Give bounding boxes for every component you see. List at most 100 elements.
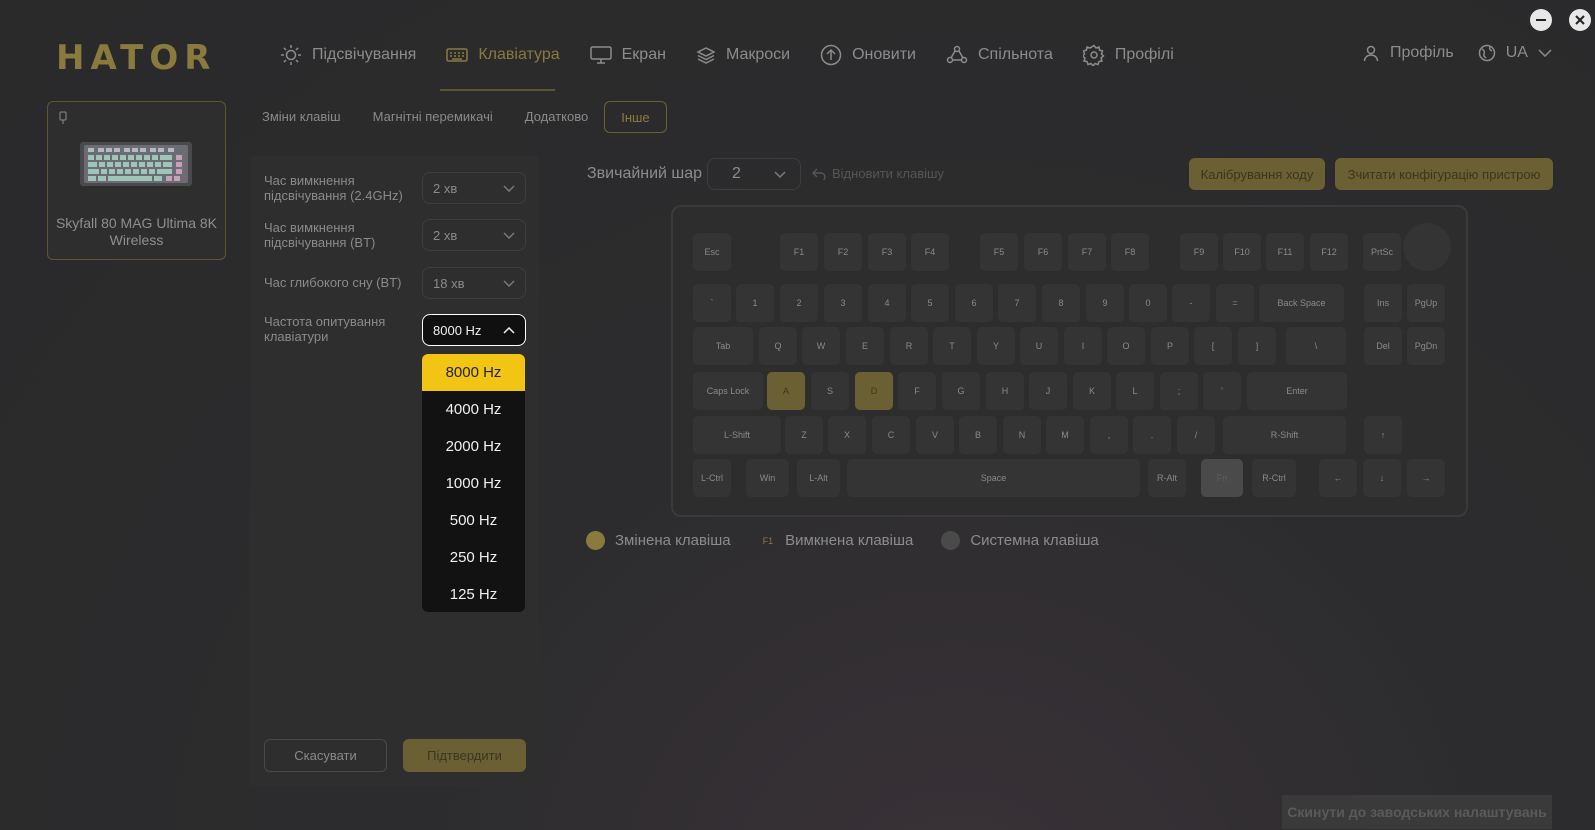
key-r2-7[interactable]: U [1020, 327, 1058, 365]
key-r5-3[interactable]: Space [847, 459, 1140, 497]
key-r4-0[interactable]: L-Shift [693, 416, 781, 454]
key-r5-8[interactable]: ↓ [1363, 459, 1401, 497]
key-r2-1[interactable]: Q [759, 327, 797, 365]
nav-community[interactable]: Спільнота [946, 45, 1053, 65]
key-r3-7[interactable]: J [1029, 372, 1067, 410]
key-r0-12[interactable]: F12 [1310, 233, 1348, 271]
key-r2-5[interactable]: T [933, 327, 971, 365]
key-r1-8[interactable]: 8 [1042, 284, 1080, 322]
key-r3-3[interactable]: D [855, 372, 893, 410]
key-r5-7[interactable]: ← [1319, 459, 1357, 497]
key-r2-6[interactable]: Y [977, 327, 1015, 365]
nav-lighting[interactable]: Підсвічування [280, 44, 416, 66]
nav-screen[interactable]: Екран [589, 46, 666, 64]
key-r4-9[interactable]: . [1133, 416, 1171, 454]
key-r1-2[interactable]: 2 [780, 284, 818, 322]
key-r4-7[interactable]: M [1046, 416, 1084, 454]
polling-option-8000[interactable]: 8000 Hz [422, 354, 525, 391]
key-r5-5[interactable]: Fn [1201, 459, 1243, 497]
minimize-button[interactable] [1530, 9, 1552, 31]
volume-knob[interactable] [1403, 223, 1451, 271]
key-r5-1[interactable]: Win [746, 459, 789, 497]
key-r2-8[interactable]: I [1064, 327, 1102, 365]
key-r0-10[interactable]: F10 [1223, 233, 1261, 271]
key-r4-2[interactable]: X [828, 416, 866, 454]
polling-rate-select[interactable]: 8000 Hz [422, 314, 526, 346]
polling-option-500[interactable]: 500 Hz [422, 502, 525, 539]
key-r3-2[interactable]: S [811, 372, 849, 410]
key-r0-0[interactable]: Esc [693, 233, 731, 271]
key-r3-10[interactable]: ; [1160, 372, 1198, 410]
cancel-button[interactable]: Скасувати [264, 739, 387, 772]
key-r0-9[interactable]: F9 [1180, 233, 1218, 271]
key-r3-4[interactable]: F [898, 372, 936, 410]
polling-option-250[interactable]: 250 Hz [422, 539, 525, 576]
key-r0-1[interactable]: F1 [780, 233, 818, 271]
nav-macros[interactable]: Макроси [696, 46, 790, 64]
polling-option-4000[interactable]: 4000 Hz [422, 391, 525, 428]
key-r2-13[interactable]: \ [1286, 327, 1346, 365]
key-r2-12[interactable]: ] [1238, 327, 1276, 365]
key-r4-3[interactable]: C [872, 416, 910, 454]
key-r0-4[interactable]: F4 [911, 233, 949, 271]
key-r1-14[interactable]: Ins [1364, 284, 1402, 322]
key-r5-6[interactable]: R-Ctrl [1252, 459, 1296, 497]
nav-profiles[interactable]: Профілі [1082, 44, 1174, 66]
key-r5-9[interactable]: → [1407, 459, 1445, 497]
key-r0-2[interactable]: F2 [824, 233, 862, 271]
tab-key-remap[interactable]: Зміни клавіш [262, 101, 357, 133]
key-r2-15[interactable]: PgDn [1407, 327, 1445, 365]
key-r5-0[interactable]: L-Ctrl [693, 459, 731, 497]
key-r2-14[interactable]: Del [1364, 327, 1402, 365]
key-r3-8[interactable]: K [1073, 372, 1111, 410]
key-r0-11[interactable]: F11 [1266, 233, 1304, 271]
polling-option-2000[interactable]: 2000 Hz [422, 428, 525, 465]
key-r2-10[interactable]: P [1151, 327, 1189, 365]
key-r4-5[interactable]: B [959, 416, 997, 454]
key-r5-2[interactable]: L-Alt [797, 459, 840, 497]
key-r1-5[interactable]: 5 [911, 284, 949, 322]
key-r1-11[interactable]: - [1172, 284, 1210, 322]
key-r2-9[interactable]: O [1107, 327, 1145, 365]
key-r5-4[interactable]: R-Alt [1148, 459, 1186, 497]
key-r4-6[interactable]: N [1003, 416, 1041, 454]
key-r1-4[interactable]: 4 [868, 284, 906, 322]
tab-other[interactable]: Інше [604, 101, 667, 133]
key-r0-7[interactable]: F7 [1068, 233, 1106, 271]
chevron-down-icon[interactable] [1538, 49, 1552, 57]
key-r4-8[interactable]: , [1090, 416, 1128, 454]
key-r0-6[interactable]: F6 [1024, 233, 1062, 271]
key-r1-0[interactable]: ` [693, 284, 731, 322]
nav-update[interactable]: Оновити [820, 44, 916, 66]
key-r2-3[interactable]: E [846, 327, 884, 365]
key-r1-1[interactable]: 1 [736, 284, 774, 322]
read-config-button[interactable]: Зчитати конфігурацію пристрою [1335, 158, 1553, 190]
key-r4-12[interactable]: ↑ [1364, 416, 1402, 454]
key-r2-4[interactable]: R [890, 327, 928, 365]
key-r1-9[interactable]: 9 [1086, 284, 1124, 322]
key-r0-3[interactable]: F3 [868, 233, 906, 271]
key-r3-9[interactable]: L [1116, 372, 1154, 410]
key-r3-5[interactable]: G [942, 372, 980, 410]
key-r3-1[interactable]: A [767, 372, 805, 410]
key-r4-4[interactable]: V [916, 416, 954, 454]
key-r0-5[interactable]: F5 [980, 233, 1018, 271]
profile-link[interactable]: Профіль [1390, 44, 1454, 62]
deep-sleep-bt-select[interactable]: 18 хв [422, 267, 526, 299]
layer-select[interactable]: 2 [707, 158, 801, 190]
key-r1-13[interactable]: Back Space [1259, 284, 1344, 322]
key-r3-6[interactable]: H [986, 372, 1024, 410]
close-button[interactable] [1569, 9, 1591, 31]
key-r0-8[interactable]: F8 [1111, 233, 1149, 271]
tab-advanced[interactable]: Додатково [509, 101, 604, 133]
key-r1-12[interactable]: = [1216, 284, 1254, 322]
key-r3-0[interactable]: Caps Lock [693, 372, 763, 410]
backlight-off-bt-select[interactable]: 2 хв [422, 219, 526, 251]
key-r4-10[interactable]: / [1177, 416, 1215, 454]
language-select[interactable]: UA [1506, 44, 1528, 62]
backlight-off-24ghz-select[interactable]: 2 хв [422, 172, 526, 204]
key-r4-11[interactable]: R-Shift [1223, 416, 1346, 454]
key-r3-11[interactable]: ' [1203, 372, 1241, 410]
nav-keyboard[interactable]: Клавіатура [446, 46, 560, 64]
key-r1-3[interactable]: 3 [824, 284, 862, 322]
